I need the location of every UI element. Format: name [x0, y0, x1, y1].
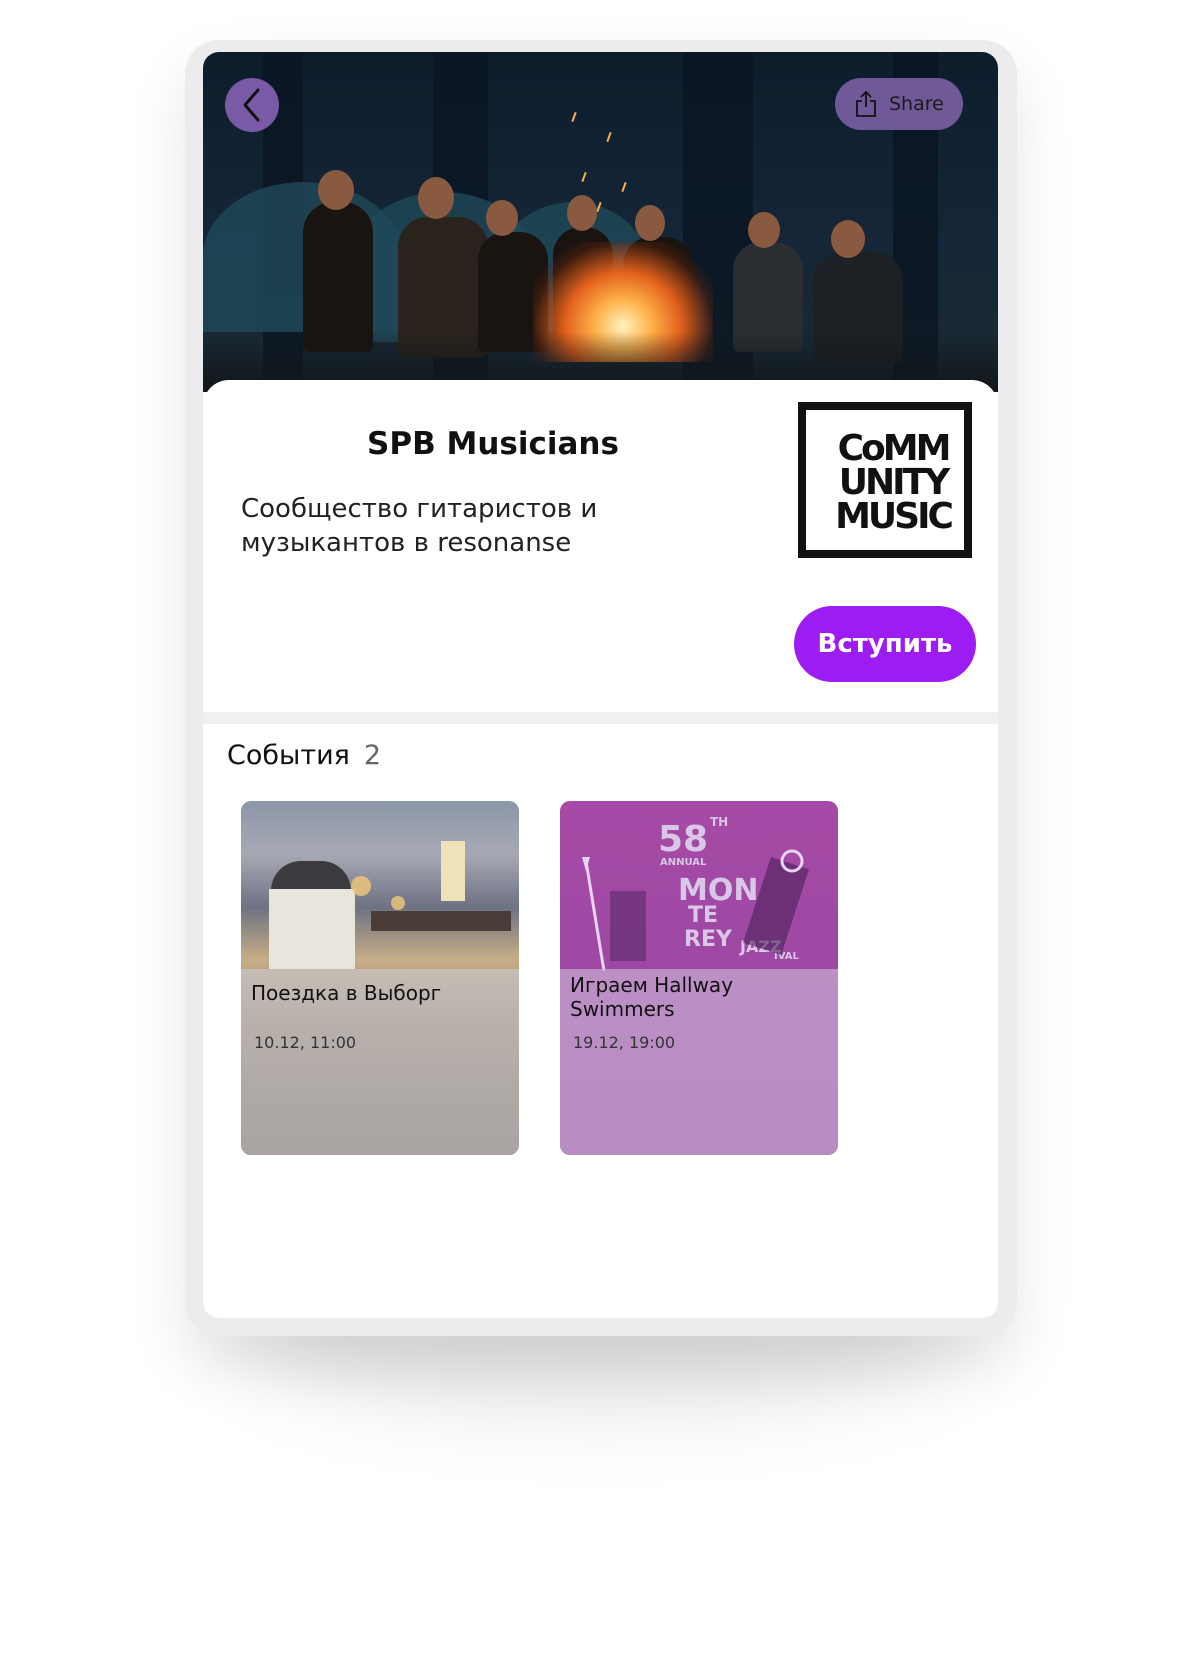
logo-text: UNITY	[838, 462, 950, 503]
street-light	[351, 876, 371, 896]
events-count: 2	[363, 740, 382, 771]
chevron-left-icon	[243, 88, 260, 122]
events-heading-label: События	[227, 740, 350, 771]
tower	[441, 841, 465, 901]
logo-text: CoMM	[837, 428, 952, 469]
event-title: Поездка в Выборг	[251, 981, 442, 1005]
section-divider	[203, 712, 998, 724]
back-button[interactable]	[225, 78, 279, 132]
logo-frame: CoMM UNITY MUSIC	[798, 402, 972, 558]
spark	[581, 171, 587, 183]
share-button[interactable]: Share	[835, 78, 963, 130]
person-head	[418, 177, 454, 219]
app-screen: Share SPB Musicians Сообщество гитаристо…	[203, 52, 998, 1318]
event-date: 19.12, 19:00	[573, 1033, 676, 1052]
person-head	[635, 205, 665, 241]
spark	[571, 111, 577, 123]
community-title: SPB Musicians	[367, 426, 619, 462]
logo-text: MUSIC	[835, 496, 954, 537]
person-head	[748, 212, 780, 248]
event-card[interactable]: 58 TH ANNUAL MON TE REY JAZZ IVAL Играем…	[560, 801, 838, 1155]
community-logo: CoMM UNITY MUSIC	[796, 400, 976, 562]
spark	[606, 131, 612, 143]
spark	[621, 181, 627, 193]
event-title: Играем Hallway Swimmers	[570, 973, 734, 1021]
community-description: Сообщество гитаристов и музыкантов в res…	[241, 494, 598, 558]
building-dome	[271, 861, 351, 891]
person-head	[318, 170, 354, 210]
person-head	[567, 195, 597, 231]
poster-figures	[582, 849, 809, 972]
roofs	[371, 911, 511, 931]
street-light	[391, 896, 405, 910]
community-info-card: SPB Musicians Сообщество гитаристов и му…	[203, 380, 998, 712]
building	[269, 889, 355, 969]
cover-image: Share	[203, 52, 998, 392]
person-head	[486, 200, 518, 236]
event-date: 10.12, 11:00	[254, 1033, 357, 1052]
share-icon	[856, 90, 876, 117]
join-button[interactable]: Вступить	[794, 606, 976, 682]
events-heading: События 2	[227, 740, 381, 771]
person-silhouette	[303, 202, 373, 352]
person-head	[831, 220, 865, 258]
share-label: Share	[889, 93, 944, 115]
event-card[interactable]: Поездка в Выборг 10.12, 11:00	[241, 801, 519, 1155]
